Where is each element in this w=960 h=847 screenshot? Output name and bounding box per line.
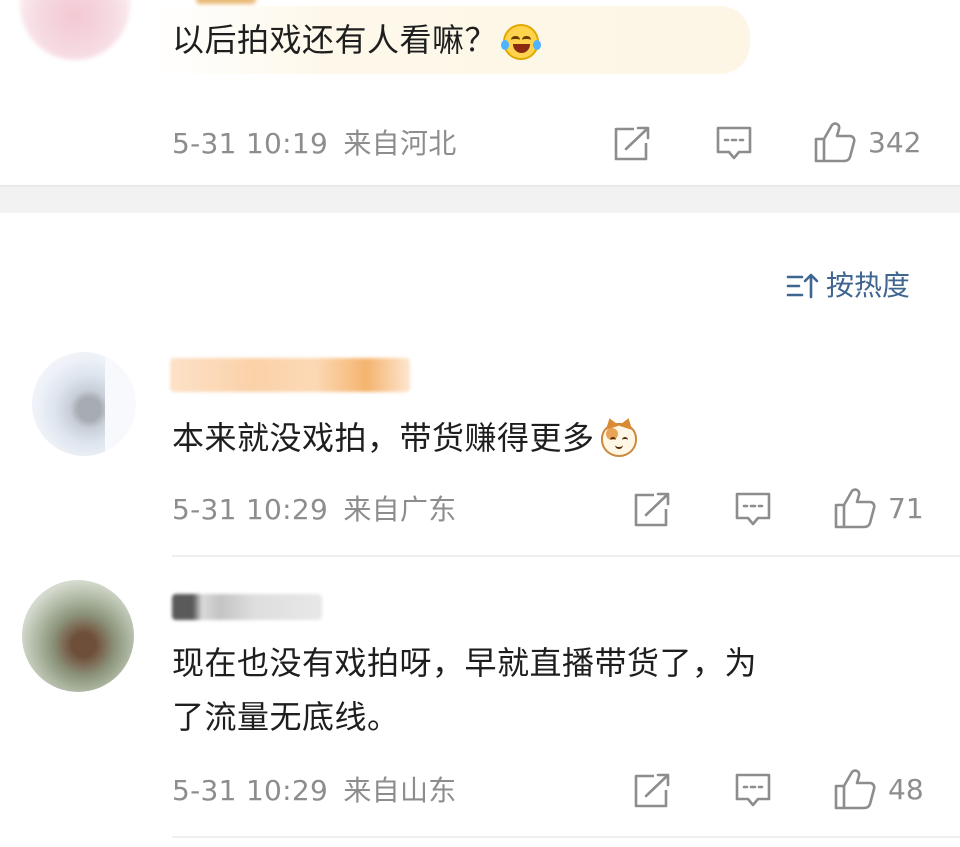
comment-icon [716,126,752,160]
comment-meta: 5-31 10:29 来自山东 [172,771,457,811]
share-button[interactable] [612,125,652,163]
comment-divider [172,555,960,557]
share-icon [634,492,670,527]
thumbs-up-icon [834,769,876,810]
reply-button[interactable] [733,490,773,530]
sort-label: 按热度 [826,269,911,302]
reply-button[interactable] [714,124,754,164]
username-blurred[interactable] [196,0,256,4]
comment-icon [735,773,771,807]
comment-text: 本来就没戏拍，带货赚得更多 [172,411,637,465]
username-blurred[interactable] [170,358,410,392]
avatar[interactable] [22,580,134,692]
like-count: 342 [868,125,922,159]
comment-text: 以后拍戏还有人看嘛？ [172,13,542,67]
cat-emoji-icon [600,416,637,457]
like-button[interactable]: 71 [832,485,924,531]
comment-location: 来自广东 [343,493,457,526]
thumbs-up-icon [834,488,876,529]
reply-button[interactable] [733,771,773,811]
like-count: 71 [888,491,924,525]
comment-date: 5-31 10:29 [172,774,329,807]
comment-location: 来自山东 [343,774,457,807]
comment-location: 来自河北 [343,127,457,160]
comment-meta: 5-31 10:29 来自广东 [172,490,457,530]
comment-meta: 5-31 10:19 来自河北 [172,124,457,164]
laughing-crying-emoji-icon [501,24,542,60]
username-blurred[interactable] [172,594,322,620]
like-button[interactable]: 342 [812,119,921,165]
share-icon [614,126,650,161]
sort-by-hot-button[interactable]: 按热度 [786,266,910,306]
avatar[interactable] [32,352,136,456]
avatar[interactable] [20,0,130,60]
comment-date: 5-31 10:29 [172,493,329,526]
thumbs-up-icon [814,122,856,163]
comment-icon [735,492,771,526]
comment-text: 现在也没有戏拍呀，早就直播带货了，为 了流量无底线。 [172,644,758,736]
share-button[interactable] [632,491,672,529]
share-icon [634,773,670,808]
section-separator-band [0,187,960,213]
comment-divider [172,836,960,838]
share-button[interactable] [632,772,672,810]
like-button[interactable]: 48 [832,766,924,812]
like-count: 48 [888,772,924,806]
comment-date: 5-31 10:19 [172,127,329,160]
sort-icon [786,273,819,299]
comment-feed: 以后拍戏还有人看嘛？ 5-31 10:19 来自河北 342 按热度 本来就没戏… [0,0,960,847]
